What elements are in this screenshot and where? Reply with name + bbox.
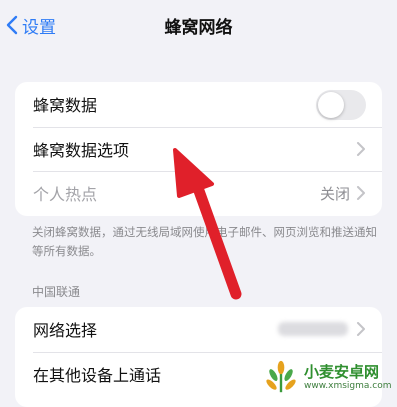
carrier-section-header: 中国联通 bbox=[32, 285, 81, 299]
toggle-knob bbox=[318, 92, 344, 118]
network-selection-label: 网络选择 bbox=[33, 321, 98, 341]
cellular-data-options-label: 蜂窝数据选项 bbox=[33, 140, 130, 160]
cellular-data-label: 蜂窝数据 bbox=[33, 96, 98, 116]
page-title: 蜂窝网络 bbox=[164, 18, 233, 38]
cellular-footnote: 关闭蜂窝数据，通过无线局域网使用电子邮件、网页浏览和推送通知等所有数据。 bbox=[32, 225, 377, 258]
cellular-data-options-row[interactable]: 蜂窝数据选项 bbox=[15, 126, 382, 172]
navigation-bar: 设置 蜂窝网络 bbox=[0, 0, 397, 52]
network-name-redacted bbox=[278, 322, 348, 337]
watermark-url: www.xmsigma.com bbox=[304, 380, 392, 391]
network-selection-row[interactable]: 网络选择 bbox=[15, 307, 382, 352]
chevron-right-icon bbox=[357, 322, 365, 337]
cellular-data-row: 蜂窝数据 bbox=[15, 82, 382, 127]
site-watermark: 小麦安卓网 www.xmsigma.com bbox=[262, 356, 397, 398]
cellular-data-toggle[interactable] bbox=[316, 90, 366, 120]
personal-hotspot-label: 个人热点 bbox=[33, 185, 98, 205]
personal-hotspot-row[interactable]: 个人热点 关闭 bbox=[15, 171, 382, 216]
personal-hotspot-value: 关闭 bbox=[319, 184, 350, 203]
chevron-right-icon bbox=[357, 186, 365, 201]
watermark-title: 小麦安卓网 bbox=[304, 362, 380, 381]
cellular-settings-group: 蜂窝数据 蜂窝数据选项 个人热点 关闭 bbox=[15, 82, 382, 216]
calls-on-other-devices-label: 在其他设备上通话 bbox=[33, 365, 162, 385]
chevron-right-icon bbox=[357, 141, 365, 156]
wheat-logo-icon bbox=[266, 360, 296, 393]
